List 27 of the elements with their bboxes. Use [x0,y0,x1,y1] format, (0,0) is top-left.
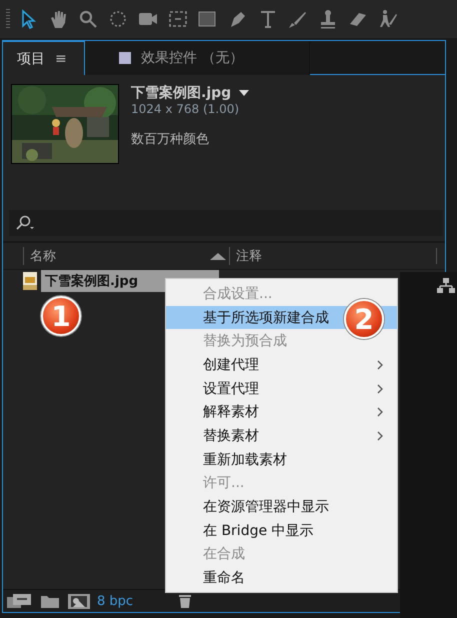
dropdown-icon[interactable] [239,89,250,97]
menu-item[interactable]: 解释素材 [166,400,397,424]
asset-dimensions: 1024 x 768 (1.00) [131,102,240,116]
menu-item[interactable]: 重新加载素材 [166,448,397,472]
menu-item[interactable]: 重命名 [166,566,397,590]
color-depth-text: 数百万种颜色 [131,131,210,148]
menu-item[interactable]: 在资源管理器中显示 [166,495,397,519]
panel-tab[interactable]: 项目 ≡ [3,41,85,75]
menu-item[interactable]: 设置代理 [166,376,397,400]
search-field[interactable] [9,210,443,236]
search-icon [15,215,37,231]
menu-item[interactable]: 替换素材 [166,424,397,448]
sort-icon[interactable] [210,252,226,260]
menu-item[interactable]: 创建代理 [166,353,397,377]
asset-name: 下雪案例图.jpg [131,84,232,102]
flowchart-icon[interactable] [437,278,455,294]
bit-depth-link[interactable]: 8 bpc [97,594,134,608]
column-header[interactable]: 名称 [23,247,210,265]
frame-icon[interactable] [166,8,190,30]
composition-icon[interactable] [67,592,91,610]
step-badge: 2 [344,299,384,339]
image-file-icon [23,272,37,290]
column-header[interactable]: 注释 [229,247,436,265]
panel-tab[interactable]: 效果控件 （无） [85,41,310,75]
step-badge: 1 [41,296,81,336]
grip-icon [6,9,10,29]
menu-item[interactable]: 在 Bridge 中显示 [166,518,397,543]
